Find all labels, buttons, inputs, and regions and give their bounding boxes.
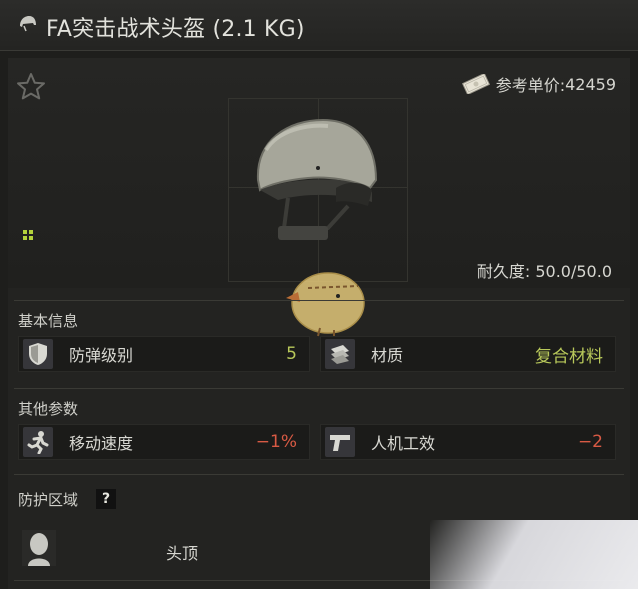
stat-ergonomics: 人机工效 −2 <box>320 424 616 460</box>
head-icon <box>22 530 56 566</box>
durability: 耐久度: 50.0/50.0 <box>477 258 612 282</box>
watermark-overlay <box>430 520 638 589</box>
price-label: 参考单价: <box>495 76 566 95</box>
item-title: FA突击战术头盔 (2.1 KG) <box>46 17 305 42</box>
section-basic-info: 基本信息 <box>18 312 79 330</box>
divider <box>14 474 624 475</box>
section-protection-zones: 防护区域 <box>18 491 79 509</box>
divider <box>14 388 624 389</box>
helmet-image[interactable] <box>248 110 388 250</box>
section-other-params: 其他参数 <box>18 400 79 418</box>
pistol-icon <box>325 427 355 457</box>
money-icon <box>461 74 490 94</box>
stat-material: 材质 复合材料 <box>320 336 616 372</box>
durability-label: 耐久度: <box>476 262 531 281</box>
stat-label: 移动速度 <box>69 434 134 453</box>
reference-price: 参考单价: 42459 <box>461 72 616 96</box>
stat-value: −1% <box>255 432 297 452</box>
stat-value: 5 <box>286 344 297 364</box>
stat-armor-class: 防弹级别 5 <box>18 336 310 372</box>
mascot-watermark-icon <box>286 272 365 337</box>
protection-zone-label: 头顶 <box>166 544 199 563</box>
grid-size-icon <box>23 230 33 240</box>
price-value: 42459 <box>565 74 616 94</box>
stat-value: 复合材料 <box>535 346 603 367</box>
stat-value: −2 <box>577 432 603 452</box>
helmet-small-icon <box>20 16 36 32</box>
divider <box>14 300 624 301</box>
shield-icon <box>23 339 53 369</box>
stat-move-speed: 移动速度 −1% <box>18 424 310 460</box>
material-icon <box>325 339 355 369</box>
stat-label: 材质 <box>371 346 404 365</box>
favorite-star-icon[interactable] <box>16 72 46 100</box>
stat-label: 人机工效 <box>371 434 436 453</box>
durability-value: 50.0/50.0 <box>535 262 612 281</box>
help-button[interactable]: ? <box>96 489 116 509</box>
running-icon <box>23 427 53 457</box>
stat-label: 防弹级别 <box>69 346 134 365</box>
title-bar: FA突击战术头盔 (2.1 KG) <box>0 0 638 51</box>
